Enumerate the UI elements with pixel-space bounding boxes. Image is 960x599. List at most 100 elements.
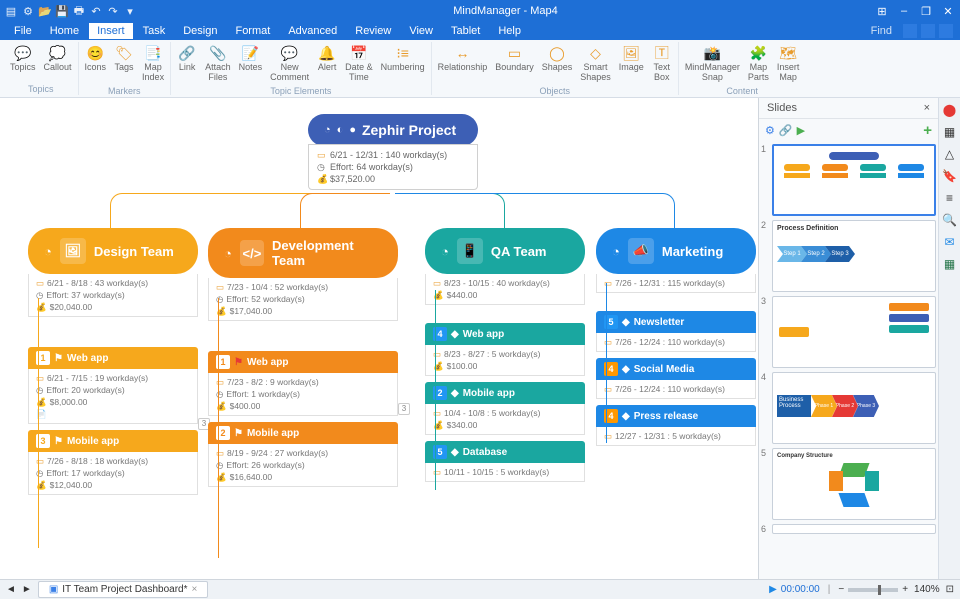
panel-toggle-3-icon[interactable] (939, 24, 953, 38)
task-database[interactable]: 5◆Database ▭10/11 - 10/15 : 5 workday(s) (425, 441, 585, 482)
slide-thumb-6[interactable]: 6 (761, 524, 936, 534)
tab-format[interactable]: Format (227, 23, 278, 39)
slides-list[interactable]: 1 2 Process Definition Step 1 (759, 142, 938, 579)
ribbon-notes-button[interactable]: 📝Notes (235, 42, 267, 75)
ribbon-smart-shapes-button[interactable]: ◇SmartShapes (576, 42, 615, 85)
ribbon-mindmanager-snap-button[interactable]: 📸MindManagerSnap (681, 42, 744, 85)
ribbon-numbering-button[interactable]: ⁝≡Numbering (377, 42, 429, 75)
tag-icon[interactable]: 🔖 (942, 168, 958, 184)
tab-home[interactable]: Home (42, 23, 87, 39)
slide-thumb-5[interactable]: 5 Company Structure (761, 448, 936, 520)
undo-icon[interactable]: ↶ (89, 4, 103, 18)
zoom-out-icon[interactable]: − (838, 584, 844, 595)
document-tab[interactable]: ▣ IT Team Project Dashboard* × (38, 581, 209, 598)
ribbon-link-button[interactable]: 🔗Link (173, 42, 201, 75)
add-slide-icon[interactable]: + (923, 122, 932, 139)
ribbon-tags-button[interactable]: 🏷Tags (110, 42, 138, 75)
ribbon-insert-map-button[interactable]: 🗺InsertMap (773, 42, 804, 85)
ribbon-icon: ◇ (587, 44, 605, 62)
gear-icon[interactable]: ⚙ (21, 4, 35, 18)
grid-icon[interactable]: ▦ (942, 124, 958, 140)
team-label: Marketing (662, 244, 723, 259)
task-newsletter[interactable]: 5◆Newsletter ▭7/26 - 12/24 : 110 workday… (596, 311, 756, 352)
slide-thumb-4[interactable]: 4 Business Process Phase 1 Phase 2 Phase… (761, 372, 936, 444)
tab-tablet[interactable]: Tablet (443, 23, 488, 39)
team-dev[interactable]: ◔ </> Development Team ▭7/23 - 10/4 : 52… (208, 228, 398, 487)
ribbon-shapes-button[interactable]: ◯Shapes (538, 42, 577, 75)
task-mobile-app[interactable]: 2⚑Mobile app ▭8/19 - 9/24 : 27 workday(s… (208, 422, 398, 487)
root-topic[interactable]: ◔ ◐ ● Zephir Project ▭6/21 - 12/31 : 140… (308, 114, 478, 190)
task-social-media[interactable]: 4◆Social Media ▭7/26 - 12/24 : 110 workd… (596, 358, 756, 399)
tab-close-icon[interactable]: × (192, 584, 198, 595)
qat-more-icon[interactable]: ▾ (123, 4, 137, 18)
tab-advanced[interactable]: Advanced (280, 23, 345, 39)
ribbon-map-index-button[interactable]: 📑MapIndex (138, 42, 168, 85)
find-label[interactable]: Find (871, 25, 892, 37)
ribbon-image-button[interactable]: 🖼Image (615, 42, 648, 75)
tab-review[interactable]: Review (347, 23, 399, 39)
task-mobile-app[interactable]: 3⚑Mobile app ▭7/26 - 8/18 : 18 workday(s… (28, 430, 198, 495)
task-web-app[interactable]: 1⚑Web app ▭7/23 - 8/2 : 9 workday(s) ◷Ef… (208, 351, 398, 416)
maximize-icon[interactable]: ❐ (918, 5, 934, 18)
close-icon[interactable]: ✕ (940, 5, 956, 18)
ribbon-boundary-button[interactable]: ▭Boundary (491, 42, 538, 75)
code-icon: </> (240, 240, 264, 266)
ribbon-options-icon[interactable]: ⊞ (874, 5, 890, 18)
tab-help[interactable]: Help (490, 23, 529, 39)
tab-insert[interactable]: Insert (89, 23, 133, 39)
map-canvas[interactable]: ◔ ◐ ● Zephir Project ▭6/21 - 12/31 : 140… (0, 98, 758, 579)
fit-icon[interactable]: ⊡ (946, 584, 954, 595)
panel-toggle-1-icon[interactable] (903, 24, 917, 38)
open-icon[interactable]: 📂 (38, 4, 52, 18)
team-qa[interactable]: ◔ 📱 QA Team ▭8/23 - 10/15 : 40 workday(s… (425, 228, 585, 482)
link-icon[interactable]: 🔗 (779, 124, 793, 137)
zoom-in-icon[interactable]: + (902, 584, 908, 595)
tab-task[interactable]: Task (135, 23, 174, 39)
timer: 00:00:00 (781, 584, 820, 595)
minimize-icon[interactable]: ‒ (896, 5, 912, 18)
task-press-release[interactable]: 4◆Press release ▭12/27 - 12/31 : 5 workd… (596, 405, 756, 446)
panel-close-icon[interactable]: × (924, 102, 930, 114)
ribbon-date-time-button[interactable]: 📅Date &Time (341, 42, 377, 85)
tab-design[interactable]: Design (175, 23, 225, 39)
ribbon-attach-files-button[interactable]: 📎AttachFiles (201, 42, 235, 85)
tab-file[interactable]: File (6, 23, 40, 39)
new-icon[interactable]: ▤ (4, 4, 18, 18)
slide-thumb-1[interactable]: 1 (761, 144, 936, 216)
ribbon-icon: 📎 (209, 44, 227, 62)
ribbon-text-box-button[interactable]: 🅃TextBox (648, 42, 676, 85)
print-icon[interactable]: 🖶 (72, 4, 86, 18)
outlook-icon[interactable]: ✉ (942, 234, 958, 250)
task-pane-icon[interactable]: ⬤ (942, 102, 958, 118)
team-marketing[interactable]: ◔ 📣 Marketing ▭7/26 - 12/31 : 115 workda… (596, 228, 756, 446)
ribbon-map-parts-button[interactable]: 🧩MapParts (744, 42, 773, 85)
excel-icon[interactable]: ▦ (942, 256, 958, 272)
ribbon-topics-button[interactable]: 💬Topics (6, 42, 40, 75)
shapes-icon[interactable]: △ (942, 146, 958, 162)
collapse-badge[interactable]: 3 (398, 403, 410, 415)
search-icon[interactable]: 🔍 (942, 212, 958, 228)
task-mobile-app[interactable]: 2◆Mobile app ▭10/4 - 10/8 : 5 workday(s)… (425, 382, 585, 435)
ribbon-new-comment-button[interactable]: 💬NewComment (266, 42, 313, 85)
root-header[interactable]: ◔ ◐ ● Zephir Project (308, 114, 478, 146)
ribbon-relationship-button[interactable]: ↔Relationship (434, 42, 492, 75)
panel-toggle-2-icon[interactable] (921, 24, 935, 38)
ribbon-callout-button[interactable]: 💭Callout (40, 42, 76, 75)
gear-icon[interactable]: ⚙ (765, 124, 775, 137)
team-design[interactable]: ◔ 🖼 Design Team ▭6/21 - 8/18 : 43 workda… (28, 228, 198, 495)
record-icon[interactable]: ▶ (769, 584, 777, 595)
task-web-app[interactable]: 1⚑Web app ▭6/21 - 7/15 : 19 workday(s) ◷… (28, 347, 198, 424)
tab-view[interactable]: View (401, 23, 441, 39)
slide-thumb-2[interactable]: 2 Process Definition Step 1 Step 2 Step … (761, 220, 936, 292)
slide-thumb-3[interactable]: 3 (761, 296, 936, 368)
layers-icon[interactable]: ≡ (942, 190, 958, 206)
play-icon[interactable]: ▶ (797, 124, 805, 137)
tab-nav-right-icon[interactable]: ► (22, 584, 32, 595)
tab-nav-left-icon[interactable]: ◄ (6, 584, 16, 595)
ribbon-icons-button[interactable]: 😊Icons (81, 42, 111, 75)
task-web-app[interactable]: 4◆Web app ▭8/23 - 8/27 : 5 workday(s) 💰$… (425, 323, 585, 376)
redo-icon[interactable]: ↷ (106, 4, 120, 18)
save-icon[interactable]: 💾 (55, 4, 69, 18)
zoom-slider[interactable] (848, 588, 898, 592)
ribbon-alert-button[interactable]: 🔔Alert (313, 42, 341, 75)
